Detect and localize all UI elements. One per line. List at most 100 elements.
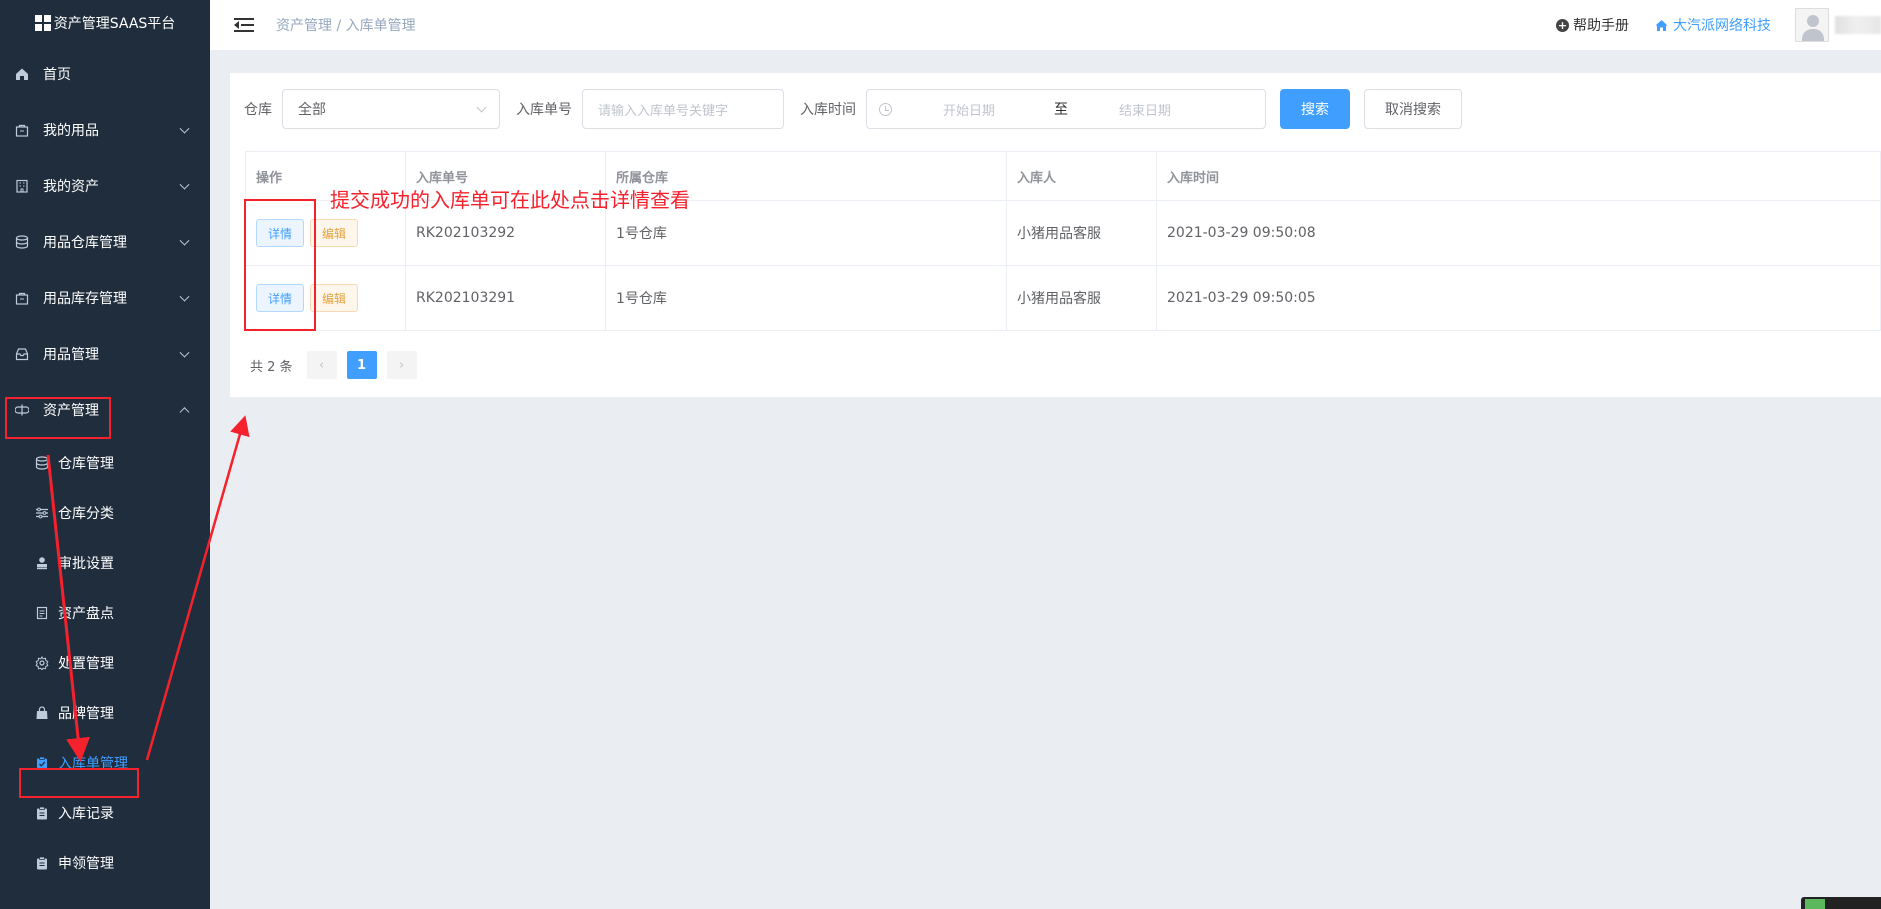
annotation-box-detail-buttons <box>244 199 316 331</box>
sidebar-item-label: 用品仓库管理 <box>43 235 127 251</box>
chevron-down-icon <box>179 235 190 246</box>
sidebar-item-supply-warehouse[interactable]: 用品仓库管理 <box>0 214 210 270</box>
inbound-order-table: 操作 入库单号 所属仓库 入库人 入库时间 详情 编辑 RK202103292 … <box>245 151 1881 331</box>
operator-cell: 小猪用品客服 <box>1007 201 1157 265</box>
operator-cell: 小猪用品客服 <box>1007 266 1157 330</box>
annotation-box-inbound-menu <box>19 768 139 798</box>
time-label: 入库时间 <box>800 102 856 118</box>
order-no-label: 入库单号 <box>516 102 572 118</box>
warehouse-label: 仓库 <box>244 102 272 118</box>
edit-button[interactable]: 编辑 <box>310 219 359 247</box>
sidebar-item-label: 首页 <box>43 67 71 83</box>
sidebar-item-supply-management[interactable]: 用品管理 <box>0 326 210 382</box>
chevron-down-icon <box>179 123 190 134</box>
sidebar-subitem-warehouse-category[interactable]: 仓库分类 <box>0 488 210 538</box>
inbox-icon <box>14 346 30 362</box>
sidebar-subitem-warehouse-management[interactable]: 仓库管理 <box>0 438 210 488</box>
prev-page-button[interactable]: ‹ <box>306 351 337 379</box>
warehouse-select-value: 全部 <box>298 102 326 118</box>
table-row: 详情 编辑 RK202103291 1号仓库 小猪用品客服 2021-03-29… <box>246 266 1881 331</box>
database-icon <box>14 234 30 250</box>
annotation-text: 提交成功的入库单可在此处点击详情查看 <box>330 188 690 212</box>
building-icon <box>14 178 30 194</box>
annotation-box-asset-menu <box>5 397 111 439</box>
sidebar-subitem-disposal-management[interactable]: 处置管理 <box>0 638 210 688</box>
sidebar-subitem-asset-inventory[interactable]: 资产盘点 <box>0 588 210 638</box>
sidebar-subitem-label: 审批设置 <box>58 556 114 572</box>
sidebar-subitem-requisition-management[interactable]: 申领管理 <box>0 838 210 888</box>
next-page-button[interactable]: › <box>386 351 417 379</box>
order-no-input[interactable]: 请输入入库单号关键字 <box>582 89 784 129</box>
warehouse-select[interactable]: 全部 <box>282 89 500 129</box>
sidebar-item-my-assets[interactable]: 我的资产 <box>0 158 210 214</box>
clipboard-icon <box>34 805 50 821</box>
stamp-icon <box>34 555 50 571</box>
chevron-down-icon <box>179 291 190 302</box>
sidebar-subitem-label: 品牌管理 <box>58 706 114 722</box>
sidebar-subitem-label: 资产盘点 <box>58 606 114 622</box>
chevron-up-icon <box>179 407 190 418</box>
range-separator: 至 <box>1054 102 1068 118</box>
gear-icon <box>34 655 50 671</box>
sidebar-item-supply-stock[interactable]: 用品库存管理 <box>0 270 210 326</box>
app-logo[interactable]: 资产管理SAAS平台 <box>0 0 210 46</box>
top-header: 资产管理 / 入库单管理 + 帮助手册 大汽派网络科技 <box>210 0 1881 50</box>
column-header: 入库时间 <box>1157 152 1881 200</box>
shop-icon <box>34 705 50 721</box>
sidebar-subitem-label: 申领管理 <box>58 856 114 872</box>
clipboard-icon <box>34 855 50 871</box>
pagination: 共 2 条 ‹ 1 › <box>250 351 427 379</box>
start-date-input[interactable]: 开始日期 <box>943 100 995 119</box>
sliders-icon <box>34 505 50 521</box>
username-blurred[interactable] <box>1835 16 1881 34</box>
clock-icon <box>879 103 892 116</box>
chevron-down-icon <box>179 347 190 358</box>
chevron-down-icon <box>476 102 487 113</box>
end-date-input[interactable]: 结束日期 <box>1119 100 1171 119</box>
breadcrumb: 资产管理 / 入库单管理 <box>276 18 416 34</box>
content-panel: 仓库 全部 入库单号 请输入入库单号关键字 入库时间 开始日期 至 结束日期 搜… <box>230 73 1881 397</box>
sidebar-subitem-label: 仓库管理 <box>58 456 114 472</box>
sidebar-subitem-brand-management[interactable]: 品牌管理 <box>0 688 210 738</box>
date-range-picker[interactable]: 开始日期 至 结束日期 <box>866 89 1266 129</box>
grid-icon <box>34 15 51 31</box>
document-icon <box>34 605 50 621</box>
database-icon <box>34 455 50 471</box>
chevron-down-icon <box>179 179 190 190</box>
time-cell: 2021-03-29 09:50:08 <box>1157 201 1881 265</box>
sidebar-item-label: 用品库存管理 <box>43 291 127 307</box>
sidebar-item-label: 我的资产 <box>43 179 99 195</box>
edit-button[interactable]: 编辑 <box>310 284 359 312</box>
cancel-search-button[interactable]: 取消搜索 <box>1364 89 1462 129</box>
app-title: 资产管理SAAS平台 <box>53 16 176 32</box>
home-icon <box>1655 19 1668 32</box>
sidebar-subitem-approval-settings[interactable]: 审批设置 <box>0 538 210 588</box>
total-count: 共 2 条 <box>250 359 293 375</box>
company-label: 大汽派网络科技 <box>1673 18 1771 34</box>
home-icon <box>14 66 30 82</box>
page-number-button[interactable]: 1 <box>346 351 377 379</box>
sidebar-item-label: 用品管理 <box>43 347 99 363</box>
plus-circle-icon: + <box>1556 18 1569 32</box>
bag-icon <box>14 122 30 138</box>
sidebar-subitem-label: 入库记录 <box>58 806 114 822</box>
company-link[interactable]: 大汽派网络科技 <box>1655 15 1771 35</box>
sidebar-subitem-label: 处置管理 <box>58 656 114 672</box>
time-cell: 2021-03-29 09:50:05 <box>1157 266 1881 330</box>
filter-bar: 仓库 全部 入库单号 请输入入库单号关键字 入库时间 开始日期 至 结束日期 搜… <box>244 89 1462 129</box>
bag-icon <box>14 290 30 306</box>
avatar[interactable] <box>1795 8 1829 42</box>
column-header: 入库人 <box>1007 152 1157 200</box>
sidebar-item-home[interactable]: 首页 <box>0 46 210 102</box>
sidebar-item-my-supplies[interactable]: 我的用品 <box>0 102 210 158</box>
sidebar-item-label: 我的用品 <box>43 123 99 139</box>
warehouse-cell: 1号仓库 <box>606 266 1007 330</box>
order-no-cell: RK202103291 <box>406 266 606 330</box>
search-button[interactable]: 搜索 <box>1280 89 1350 129</box>
help-manual-link[interactable]: + 帮助手册 <box>1556 15 1629 35</box>
header-right: + 帮助手册 大汽派网络科技 <box>1556 0 1881 50</box>
help-manual-label: 帮助手册 <box>1573 18 1629 34</box>
hamburger-icon[interactable] <box>234 17 254 33</box>
sidebar-subitem-label: 仓库分类 <box>58 506 114 522</box>
status-widget <box>1801 897 1881 909</box>
